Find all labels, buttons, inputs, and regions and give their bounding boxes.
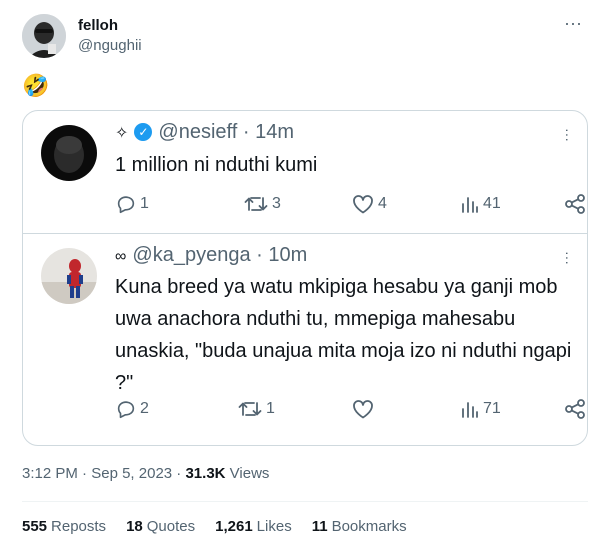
tweet-date[interactable]: Sep 5, 2023 [91,465,172,482]
reposts-stat[interactable]: 555 Reposts [22,518,106,535]
quoted-time[interactable]: 10m [268,244,307,266]
tweet-timestamp: 3:12 PM · Sep 5, 2023 · 31.3K Views [22,465,269,482]
like-button[interactable] [351,395,378,423]
infinity-icon: ∞ [115,248,127,265]
heart-icon [353,400,373,419]
tweet-text: 🤣 [22,73,50,98]
reposts-label: Reposts [51,518,107,535]
more-horizontal-icon[interactable]: ··· [564,14,582,32]
retweet-count: 3 [272,195,281,212]
views-count: 41 [483,195,501,212]
quoted-avatar[interactable] [41,248,97,304]
more-vertical-icon[interactable]: ··· [560,128,576,142]
avatar-image [41,125,97,181]
engagement-stats: 555 Reposts 18 Quotes 1,261 Likes 11 Bookmar… [22,518,427,535]
share-button[interactable] [563,395,587,423]
separator-dot: · [242,121,250,143]
quoted-tweet-text: 1 million ni nduthi kumi [115,154,318,176]
verified-badge-icon: ✓ [134,123,153,141]
more-vertical-icon[interactable]: ··· [560,251,576,265]
reposts-count: 555 [22,518,48,535]
views-total: 31.3K [185,465,226,482]
quoted-handle[interactable]: @nesieff [158,121,237,143]
tweet-actions: 2 1 71 [115,395,585,423]
retweet-count: 1 [266,400,275,417]
tweet-actions: 1 3 4 41 [115,190,585,218]
quoted-tweet[interactable]: ∞ @ka_pyenga · 10m ··· Kuna breed ya watu… [23,233,587,445]
bookmarks-stat[interactable]: 11 Bookmarks [312,518,407,535]
likes-label: Likes [256,518,292,535]
like-button[interactable]: 4 [351,190,387,218]
quoted-tweet[interactable]: ✧ ✓ @nesieff · 14m ··· 1 million ni nduthi… [23,111,587,233]
bookmarks-label: Bookmarks [331,518,407,535]
views-button[interactable]: 71 [460,395,501,423]
quoted-handle[interactable]: @ka_pyenga [132,244,250,266]
likes-stat[interactable]: 1,261 Likes [215,518,292,535]
heart-icon [353,195,373,214]
analytics-icon [462,197,478,213]
share-button[interactable] [563,190,587,218]
separator-dot: · [256,244,263,266]
quotes-count: 18 [126,518,143,535]
analytics-icon [462,402,478,418]
divider [22,501,588,502]
quoted-time[interactable]: 14m [255,121,294,143]
avatar-image [22,14,66,58]
quotes-stat[interactable]: 18 Quotes [126,518,195,535]
views-count: 71 [483,400,501,417]
quoted-avatar[interactable] [41,125,97,181]
tweet-time[interactable]: 3:12 PM [22,465,78,482]
retweet-icon [238,402,262,416]
retweet-button[interactable]: 3 [243,190,281,218]
retweet-button[interactable]: 1 [237,395,275,423]
share-icon [565,194,585,214]
reply-button[interactable]: 1 [115,190,149,218]
separator-dot: · [82,465,88,482]
reply-icon [117,196,135,214]
author-name[interactable]: felloh [78,17,118,34]
separator-dot: · [176,465,182,482]
quotes-label: Quotes [146,518,196,535]
author-handle[interactable]: @ngughii [78,37,142,54]
quoted-tweet-header: ∞ @ka_pyenga · 10m [115,244,307,267]
sparkle-icon: ✧ [115,125,129,142]
quoted-tweet-text: Kuna breed ya watu mkipiga hesabu ya gan… [115,276,572,394]
retweet-icon [244,197,268,211]
share-icon [565,399,585,419]
views-button[interactable]: 41 [460,190,501,218]
reply-count: 1 [140,195,149,212]
avatar-image [41,248,97,304]
reply-count: 2 [140,400,149,417]
tweet-author: felloh @ngughii ··· [22,14,582,58]
quoted-thread-card[interactable]: ✧ ✓ @nesieff · 14m ··· 1 million ni nduthi… [22,110,588,446]
reply-icon [117,401,135,419]
quoted-tweet-header: ✧ ✓ @nesieff · 14m [115,121,294,144]
views-label: Views [229,465,270,482]
likes-count: 1,261 [215,518,253,535]
author-avatar[interactable] [22,14,66,58]
bookmarks-count: 11 [311,518,328,535]
like-count: 4 [378,195,387,212]
reply-button[interactable]: 2 [115,395,149,423]
